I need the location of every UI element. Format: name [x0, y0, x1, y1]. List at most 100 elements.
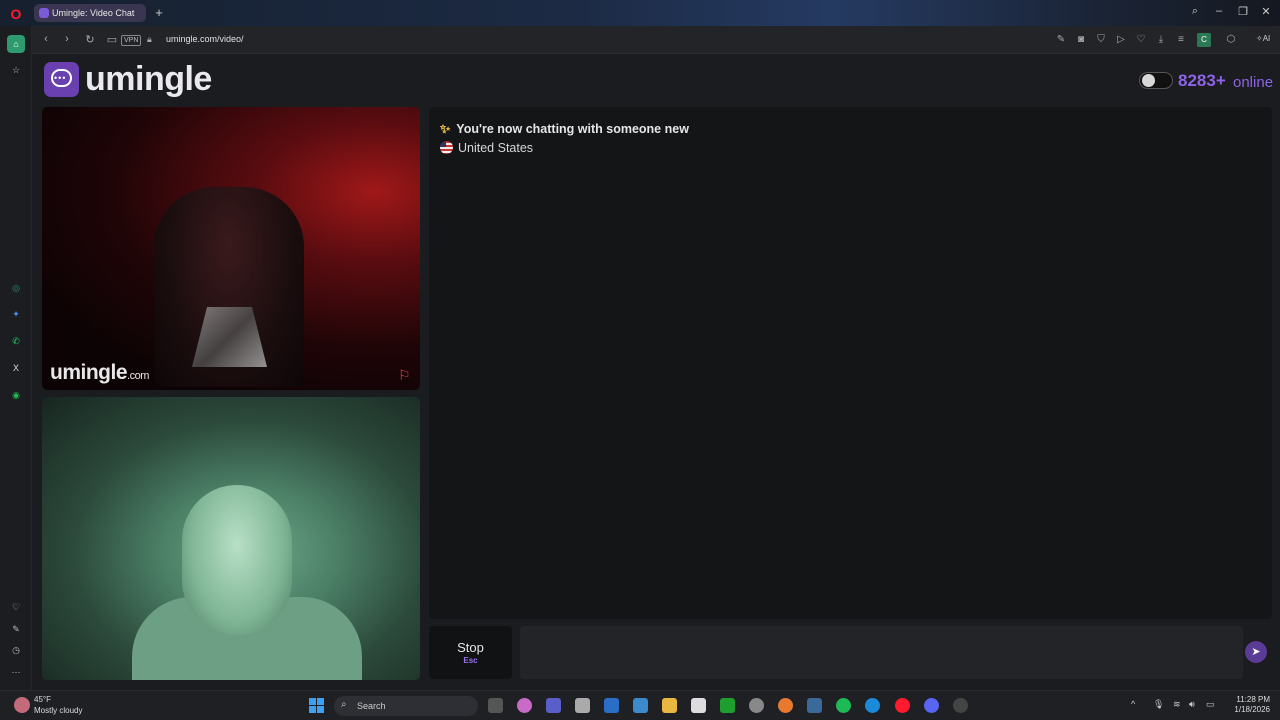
spotify-icon[interactable]: ◉	[7, 386, 25, 404]
ai-label: AI	[1262, 34, 1271, 43]
country-name: United States	[458, 141, 534, 155]
browser-sidebar: ⌂ ☆ ◎ ✦ ✆ X ◉ ♡ ✎ ◷ ⋯	[0, 26, 32, 690]
battery-icon[interactable]: ▭	[1206, 699, 1215, 710]
toggle-knob	[1142, 74, 1155, 87]
opera-logo-icon[interactable]: O	[8, 6, 24, 22]
volume-icon[interactable]: 🔊︎	[1189, 699, 1195, 710]
self-face	[182, 485, 292, 635]
forward-button[interactable]: ›	[60, 33, 74, 45]
weather-condition[interactable]: Mostly cloudy	[34, 706, 82, 715]
edge-icon[interactable]	[865, 698, 880, 713]
app-icon[interactable]	[633, 698, 648, 713]
wifi-icon[interactable]: ≋	[1173, 699, 1181, 710]
clock[interactable]: 11:28 PM 1/18/2026	[1228, 695, 1270, 715]
x-twitter-icon[interactable]: X	[7, 359, 25, 377]
stop-button[interactable]: Stop Esc	[429, 626, 512, 679]
messenger-icon[interactable]: ✦	[7, 305, 25, 323]
temperature[interactable]: 45°F	[34, 695, 51, 704]
send-icon[interactable]: ➤	[1245, 641, 1267, 663]
stranger-video: umingle.com ⚐	[42, 107, 420, 390]
weather-icon[interactable]	[14, 697, 30, 713]
extension-c-icon[interactable]: C	[1197, 33, 1211, 47]
ai-sparkle-icon: ✧	[1256, 34, 1263, 43]
watermark-main: umingle	[50, 361, 128, 384]
star-icon[interactable]: ☆	[7, 61, 25, 79]
search-icon: ⌕	[341, 699, 347, 710]
logo-text[interactable]: umingle	[85, 60, 212, 99]
search-tabs-icon[interactable]: ⌕	[1188, 5, 1202, 18]
tab-title: Umingle: Video Chat	[52, 8, 135, 18]
steam-icon[interactable]	[807, 698, 822, 713]
umingle-logo-icon[interactable]: •••	[44, 62, 79, 97]
chat-panel: ✨︎ You're now chatting with someone new U…	[429, 107, 1272, 619]
search-label: Search	[357, 701, 386, 711]
taskbar-search[interactable]: ⌕ Search	[334, 696, 478, 716]
date: 1/18/2026	[1234, 705, 1270, 714]
tray-expand-icon[interactable]: ^	[1131, 699, 1135, 709]
blender-icon[interactable]	[778, 698, 793, 713]
edit-icon[interactable]: ✎	[1055, 34, 1067, 45]
notepad-icon[interactable]	[691, 698, 706, 713]
vpn-badge[interactable]: VPN	[121, 35, 142, 46]
task-view-icon[interactable]	[488, 698, 503, 713]
windows-start-icon[interactable]	[309, 698, 324, 713]
new-tab-button[interactable]: +	[152, 6, 166, 20]
time: 11:28 PM	[1236, 695, 1270, 704]
report-flag-icon[interactable]: ⚐	[398, 367, 414, 383]
video-watermark: umingle.com	[50, 361, 149, 385]
settings-gear-icon[interactable]	[749, 698, 764, 713]
spotify-taskbar-icon[interactable]	[836, 698, 851, 713]
sparkles-icon: ✨︎	[440, 122, 451, 136]
tab-umingle[interactable]: Umingle: Video Chat	[34, 4, 146, 22]
whatsapp-icon[interactable]: ✆	[7, 332, 25, 350]
url-field[interactable]: umingle.com/video/	[166, 34, 244, 44]
heart-icon[interactable]: ♡	[7, 598, 25, 616]
status-text: You're now chatting with someone new	[456, 122, 689, 136]
snapshot-icon[interactable]: ▭	[105, 33, 119, 46]
pencil-icon[interactable]: ✎	[7, 620, 25, 638]
us-flag-icon	[440, 141, 453, 154]
microphone-icon[interactable]: 🎙︎	[1153, 699, 1164, 710]
download-icon[interactable]: ⤓	[1155, 34, 1167, 45]
umingle-page: ••• umingle 8283+ online umingle.com ⚐ ✨…	[33, 55, 1280, 690]
address-bar: ‹ › ↻ ▭ VPN 🔒︎ umingle.com/video/ ✎ ◙ ⛉ …	[32, 26, 1280, 54]
self-video	[42, 397, 420, 680]
reload-button[interactable]: ↻	[83, 33, 97, 46]
chatgpt-icon[interactable]: ◎	[7, 279, 25, 297]
shield-icon[interactable]: ⛉	[1095, 34, 1107, 45]
play-icon[interactable]: ▷	[1115, 34, 1127, 45]
copilot-icon[interactable]	[517, 698, 532, 713]
more-icon[interactable]: ⋯	[7, 663, 25, 681]
history-icon[interactable]: ◷	[7, 641, 25, 659]
minimize-button[interactable]: –	[1212, 5, 1226, 17]
stop-shortcut: Esc	[463, 656, 478, 665]
restore-button[interactable]: ❐	[1236, 5, 1250, 18]
camera-icon[interactable]: ◙	[1075, 34, 1087, 45]
close-window-button[interactable]: ✕	[1259, 5, 1273, 18]
back-button[interactable]: ‹	[39, 33, 53, 45]
menu-icon[interactable]: ≡	[1175, 34, 1187, 45]
message-input[interactable]	[520, 626, 1243, 679]
browser-tab-strip: O Umingle: Video Chat + ⌕ – ❐ ✕	[0, 0, 1280, 26]
heart-icon[interactable]: ♡	[1135, 34, 1147, 45]
stop-label: Stop	[457, 640, 484, 655]
app-circle-icon[interactable]	[953, 698, 968, 713]
lock-icon[interactable]: 🔒︎	[147, 34, 152, 45]
theme-toggle[interactable]	[1139, 72, 1173, 89]
xbox-icon[interactable]	[720, 698, 735, 713]
watermark-suffix: .com	[127, 370, 149, 382]
online-label: online	[1233, 74, 1274, 91]
umingle-favicon-icon	[39, 8, 49, 18]
file-explorer-icon[interactable]	[662, 698, 677, 713]
teams-icon[interactable]	[546, 698, 561, 713]
discord-icon[interactable]	[924, 698, 939, 713]
stranger-country: United States	[440, 141, 533, 155]
online-count: 8283+	[1178, 71, 1226, 90]
home-icon[interactable]: ⌂	[7, 35, 25, 53]
store-icon[interactable]	[575, 698, 590, 713]
cube-icon[interactable]: ⬡	[1225, 34, 1237, 45]
outlook-icon[interactable]	[604, 698, 619, 713]
chat-dots-icon: •••	[54, 73, 67, 83]
ai-button[interactable]: ✧AI	[1256, 34, 1270, 43]
opera-taskbar-icon[interactable]	[895, 698, 910, 713]
